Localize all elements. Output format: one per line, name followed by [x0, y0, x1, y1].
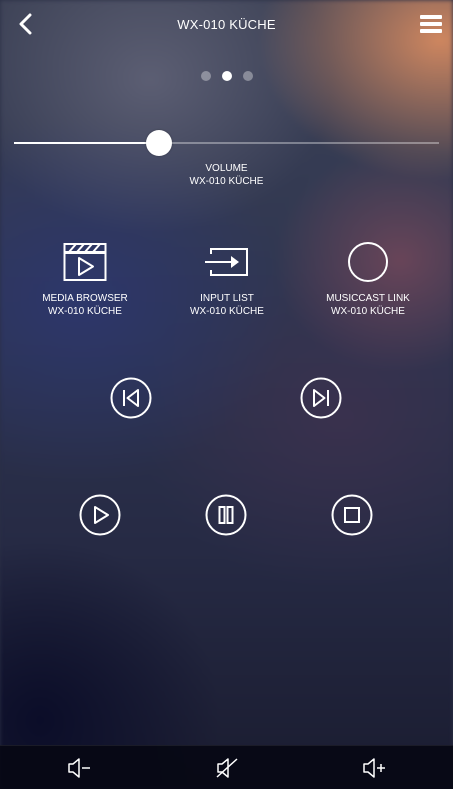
skip-previous-button[interactable]	[110, 377, 152, 424]
musiccast-link-label: MUSICCAST LINK	[326, 293, 410, 304]
volume-label: VOLUME WX-010 KÜCHE	[0, 162, 453, 188]
volume-up-button[interactable]	[361, 756, 389, 780]
volume-device: WX-010 KÜCHE	[189, 176, 264, 187]
input-icon	[205, 248, 248, 276]
pause-icon	[205, 494, 247, 536]
input-list-button[interactable]: INPUT LIST WX-010 KÜCHE	[152, 240, 302, 318]
hamburger-icon	[420, 15, 442, 19]
input-list-label: INPUT LIST	[200, 293, 254, 304]
media-browser-device: WX-010 KÜCHE	[48, 305, 122, 317]
circle-icon	[348, 242, 388, 282]
mute-icon	[216, 758, 238, 778]
media-browser-button[interactable]: MEDIA BROWSER WX-010 KÜCHE	[10, 240, 160, 318]
pause-button[interactable]	[205, 494, 247, 541]
top-bar: WX-010 KÜCHE	[0, 0, 453, 48]
musiccast-link-button[interactable]: MUSICCAST LINK WX-010 KÜCHE	[293, 240, 443, 318]
menu-button[interactable]	[420, 14, 442, 34]
volume-fill	[14, 142, 159, 144]
bottom-volume-bar	[0, 745, 453, 789]
page-dot[interactable]	[200, 71, 211, 81]
skip-next-button[interactable]	[300, 377, 342, 424]
stop-icon	[331, 494, 373, 536]
musiccast-link-device: WX-010 KÜCHE	[331, 305, 405, 317]
clapperboard-icon	[63, 243, 107, 281]
volume-down-button[interactable]	[66, 756, 94, 780]
input-list-device: WX-010 KÜCHE	[190, 305, 264, 317]
skip-previous-icon	[110, 377, 152, 419]
mute-button[interactable]	[214, 756, 242, 780]
volume-slider[interactable]	[14, 130, 439, 156]
page-dot-active[interactable]	[221, 71, 232, 81]
volume-up-icon	[363, 758, 385, 778]
play-button[interactable]	[79, 494, 121, 541]
page-indicator	[0, 71, 453, 81]
volume-thumb[interactable]	[145, 130, 172, 156]
play-icon	[79, 494, 121, 536]
stop-button[interactable]	[331, 494, 373, 541]
page-title: WX-010 KÜCHE	[177, 17, 276, 32]
page-dot[interactable]	[242, 71, 253, 81]
volume-title: VOLUME	[205, 163, 248, 174]
background-blur	[0, 0, 453, 789]
volume-down-icon	[68, 758, 90, 778]
skip-next-icon	[300, 377, 342, 419]
media-browser-label: MEDIA BROWSER	[42, 293, 128, 304]
